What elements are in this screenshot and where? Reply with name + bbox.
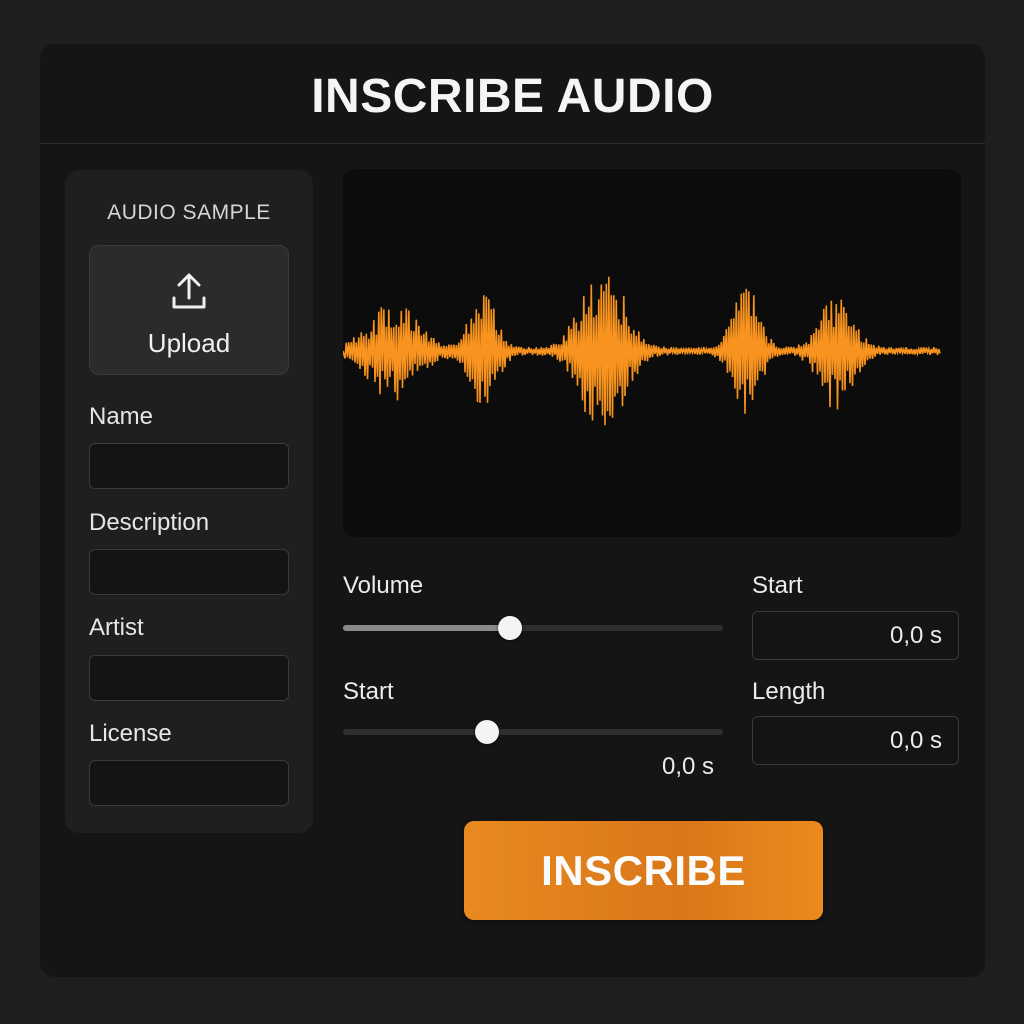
- name-field[interactable]: [89, 443, 289, 489]
- description-label: Description: [89, 509, 210, 536]
- volume-label: Volume: [343, 572, 424, 599]
- audio-sample-heading: AUDIO SAMPLE: [107, 201, 271, 224]
- start-slider-value: 0,0 s: [661, 753, 714, 780]
- artist-label: Artist: [89, 614, 144, 641]
- artist-field[interactable]: [89, 655, 289, 701]
- length-input[interactable]: 0,0 s: [752, 716, 959, 765]
- description-field[interactable]: [89, 549, 289, 595]
- page-title: INSCRIBE AUDIO: [311, 70, 714, 123]
- waveform-display[interactable]: [343, 169, 961, 537]
- inscribe-card: INSCRIBE AUDIO AUDIO SAMPLE Upload Name …: [40, 44, 985, 977]
- upload-icon: [172, 273, 206, 309]
- license-field[interactable]: [89, 760, 289, 806]
- start-input[interactable]: 0,0 s: [752, 611, 959, 660]
- start-slider[interactable]: [343, 720, 723, 744]
- volume-slider[interactable]: [343, 616, 723, 640]
- inscribe-button[interactable]: INSCRIBE: [464, 821, 823, 920]
- audio-sample-panel: AUDIO SAMPLE Upload Name Description Art…: [65, 170, 313, 833]
- volume-fill: [343, 625, 511, 631]
- upload-button[interactable]: Upload: [89, 245, 289, 375]
- start-thumb[interactable]: [475, 720, 500, 744]
- start-slider-label: Start: [343, 678, 394, 705]
- audio-waveform: [343, 276, 941, 426]
- card-header: INSCRIBE AUDIO: [40, 44, 985, 144]
- name-label: Name: [89, 403, 154, 430]
- volume-thumb[interactable]: [498, 616, 523, 640]
- license-label: License: [89, 720, 172, 747]
- start-field-label: Start: [752, 572, 803, 599]
- start-fill: [343, 729, 488, 735]
- length-field-label: Length: [752, 678, 826, 705]
- upload-label: Upload: [147, 328, 231, 358]
